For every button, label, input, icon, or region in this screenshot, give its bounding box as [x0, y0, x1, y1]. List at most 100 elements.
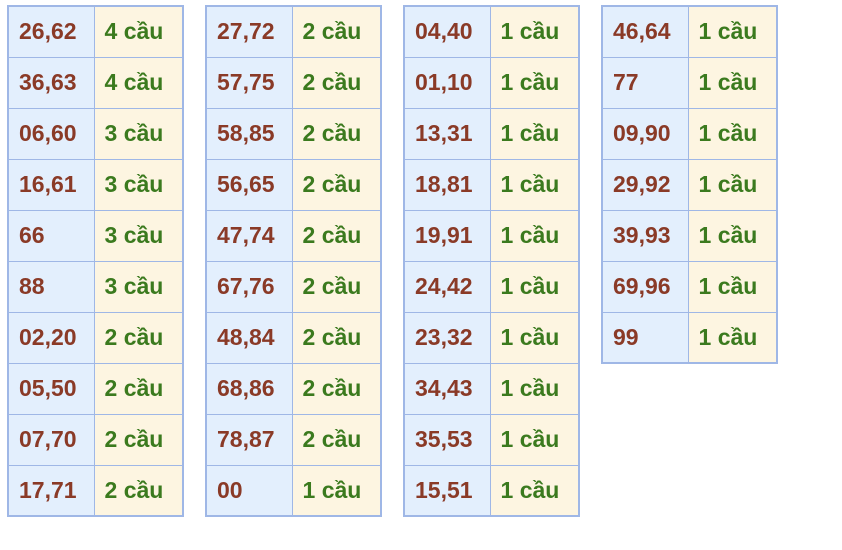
- number-pair: 27,72: [205, 5, 293, 58]
- number-pair: 34,43: [403, 362, 491, 415]
- table-row: 66 3 cầu: [7, 209, 184, 262]
- cau-count: 2 cầu: [93, 413, 184, 466]
- stats-table-4: 46,64 1 cầu 77 1 cầu 09,90 1 cầu 29,92 1 cầu…: [601, 5, 778, 364]
- cau-count: 1 cầu: [687, 260, 778, 313]
- number-pair: 26,62: [7, 5, 95, 58]
- table-row: 15,51 1 cầu: [403, 464, 580, 517]
- cau-count: 1 cầu: [489, 107, 580, 160]
- cau-count: 2 cầu: [291, 107, 382, 160]
- table-row: 05,50 2 cầu: [7, 362, 184, 415]
- number-pair: 78,87: [205, 413, 293, 466]
- number-pair: 17,71: [7, 464, 95, 517]
- table-row: 77 1 cầu: [601, 56, 778, 109]
- table-row: 29,92 1 cầu: [601, 158, 778, 211]
- number-pair: 48,84: [205, 311, 293, 364]
- stats-columns: 26,62 4 cầu 36,63 4 cầu 06,60 3 cầu 16,61 3 …: [7, 5, 778, 517]
- cau-count: 1 cầu: [489, 362, 580, 415]
- table-row: 69,96 1 cầu: [601, 260, 778, 313]
- number-pair: 29,92: [601, 158, 689, 211]
- table-row: 27,72 2 cầu: [205, 5, 382, 58]
- cau-count: 1 cầu: [687, 56, 778, 109]
- cau-count: 3 cầu: [93, 107, 184, 160]
- cau-count: 4 cầu: [93, 5, 184, 58]
- table-row: 67,76 2 cầu: [205, 260, 382, 313]
- number-pair: 57,75: [205, 56, 293, 109]
- number-pair: 15,51: [403, 464, 491, 517]
- cau-count: 1 cầu: [687, 107, 778, 160]
- table-row: 36,63 4 cầu: [7, 56, 184, 109]
- table-row: 35,53 1 cầu: [403, 413, 580, 466]
- table-row: 99 1 cầu: [601, 311, 778, 364]
- cau-count: 1 cầu: [687, 5, 778, 58]
- number-pair: 47,74: [205, 209, 293, 262]
- table-row: 09,90 1 cầu: [601, 107, 778, 160]
- cau-count: 3 cầu: [93, 158, 184, 211]
- table-row: 19,91 1 cầu: [403, 209, 580, 262]
- cau-count: 1 cầu: [489, 56, 580, 109]
- number-pair: 07,70: [7, 413, 95, 466]
- cau-count: 1 cầu: [489, 464, 580, 517]
- cau-count: 3 cầu: [93, 209, 184, 262]
- stats-table-2: 27,72 2 cầu 57,75 2 cầu 58,85 2 cầu 56,65 2 …: [205, 5, 382, 517]
- number-pair: 35,53: [403, 413, 491, 466]
- number-pair: 23,32: [403, 311, 491, 364]
- number-pair: 06,60: [7, 107, 95, 160]
- table-row: 47,74 2 cầu: [205, 209, 382, 262]
- stats-table-1: 26,62 4 cầu 36,63 4 cầu 06,60 3 cầu 16,61 3 …: [7, 5, 184, 517]
- table-row: 56,65 2 cầu: [205, 158, 382, 211]
- table-row: 68,86 2 cầu: [205, 362, 382, 415]
- cau-count: 1 cầu: [489, 311, 580, 364]
- number-pair: 16,61: [7, 158, 95, 211]
- table-row: 48,84 2 cầu: [205, 311, 382, 364]
- cau-count: 4 cầu: [93, 56, 184, 109]
- table-row: 39,93 1 cầu: [601, 209, 778, 262]
- table-row: 16,61 3 cầu: [7, 158, 184, 211]
- number-pair: 99: [601, 311, 689, 364]
- cau-count: 2 cầu: [291, 311, 382, 364]
- number-pair: 04,40: [403, 5, 491, 58]
- table-row: 18,81 1 cầu: [403, 158, 580, 211]
- cau-count: 2 cầu: [93, 311, 184, 364]
- cau-count: 1 cầu: [489, 209, 580, 262]
- table-row: 00 1 cầu: [205, 464, 382, 517]
- table-row: 58,85 2 cầu: [205, 107, 382, 160]
- number-pair: 19,91: [403, 209, 491, 262]
- cau-count: 3 cầu: [93, 260, 184, 313]
- number-pair: 69,96: [601, 260, 689, 313]
- cau-count: 2 cầu: [291, 260, 382, 313]
- number-pair: 02,20: [7, 311, 95, 364]
- number-pair: 36,63: [7, 56, 95, 109]
- stats-table-3: 04,40 1 cầu 01,10 1 cầu 13,31 1 cầu 18,81 1 …: [403, 5, 580, 517]
- cau-count: 1 cầu: [489, 413, 580, 466]
- table-row: 88 3 cầu: [7, 260, 184, 313]
- cau-count: 1 cầu: [489, 158, 580, 211]
- cau-count: 2 cầu: [93, 464, 184, 517]
- cau-count: 1 cầu: [687, 158, 778, 211]
- number-pair: 09,90: [601, 107, 689, 160]
- table-row: 17,71 2 cầu: [7, 464, 184, 517]
- table-row: 06,60 3 cầu: [7, 107, 184, 160]
- number-pair: 39,93: [601, 209, 689, 262]
- cau-count: 2 cầu: [291, 413, 382, 466]
- cau-count: 2 cầu: [291, 158, 382, 211]
- cau-count: 2 cầu: [291, 56, 382, 109]
- number-pair: 18,81: [403, 158, 491, 211]
- table-row: 26,62 4 cầu: [7, 5, 184, 58]
- table-row: 46,64 1 cầu: [601, 5, 778, 58]
- cau-count: 1 cầu: [489, 260, 580, 313]
- number-pair: 01,10: [403, 56, 491, 109]
- table-row: 23,32 1 cầu: [403, 311, 580, 364]
- cau-count: 2 cầu: [291, 362, 382, 415]
- table-row: 13,31 1 cầu: [403, 107, 580, 160]
- number-pair: 05,50: [7, 362, 95, 415]
- cau-count: 1 cầu: [687, 209, 778, 262]
- number-pair: 00: [205, 464, 293, 517]
- cau-count: 1 cầu: [291, 464, 382, 517]
- table-row: 24,42 1 cầu: [403, 260, 580, 313]
- table-row: 34,43 1 cầu: [403, 362, 580, 415]
- number-pair: 13,31: [403, 107, 491, 160]
- table-row: 07,70 2 cầu: [7, 413, 184, 466]
- cau-count: 1 cầu: [687, 311, 778, 364]
- number-pair: 67,76: [205, 260, 293, 313]
- number-pair: 66: [7, 209, 95, 262]
